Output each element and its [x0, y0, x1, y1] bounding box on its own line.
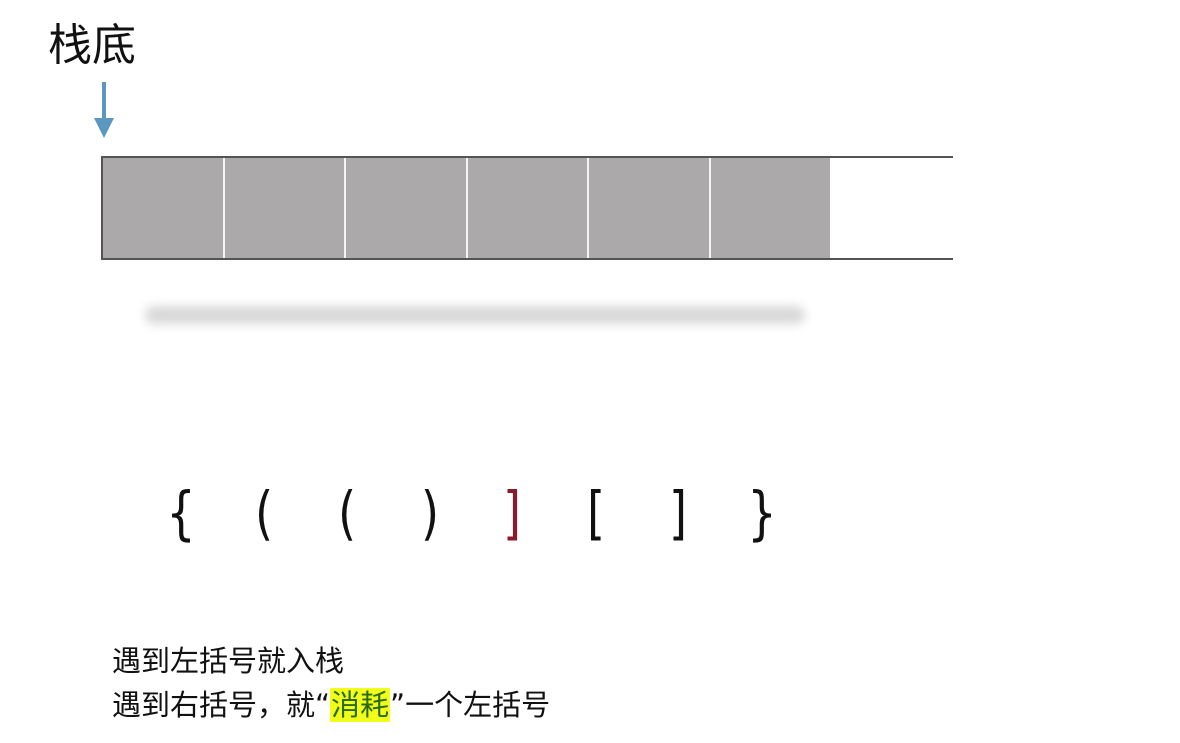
stack-cell — [103, 158, 225, 258]
stack-bottom-label: 栈底 — [48, 20, 136, 71]
stack-bottom-wall — [101, 258, 953, 260]
bracket: } — [747, 479, 777, 547]
rule-push: 遇到左括号就入栈 — [112, 644, 345, 678]
bracket: ( — [254, 479, 274, 547]
rule-pop: 遇到右括号，就“消耗”一个左括号 — [112, 686, 550, 724]
stack-cell — [467, 158, 589, 258]
stack-container — [101, 156, 953, 260]
highlighted-word: 消耗 — [330, 688, 391, 722]
current-bracket: ] — [502, 479, 522, 547]
stack-cell — [224, 158, 346, 258]
bracket-sequence: { ( ()] []} — [0, 478, 1180, 548]
stack-cell — [710, 158, 830, 258]
rule-pop-prefix: 遇到右括号，就“ — [112, 688, 331, 722]
stack-cell — [346, 158, 468, 258]
bracket: ) — [420, 479, 440, 547]
stack-cells — [103, 158, 830, 258]
bracket: { — [166, 479, 196, 547]
bracket: [ — [586, 479, 606, 547]
stack-shadow — [145, 306, 805, 324]
down-arrow-icon — [94, 82, 114, 138]
stack-cell — [589, 158, 711, 258]
bracket: ( — [337, 479, 357, 547]
rule-pop-suffix: ”一个左括号 — [390, 688, 551, 722]
bracket: ] — [668, 479, 688, 547]
